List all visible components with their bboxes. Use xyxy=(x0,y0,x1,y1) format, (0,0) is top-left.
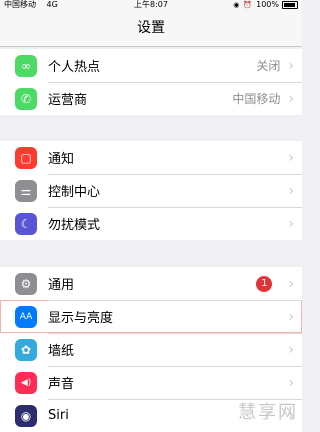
chevron-right-icon: › xyxy=(288,275,294,292)
row-label: Siri xyxy=(48,408,69,423)
chevron-right-icon: › xyxy=(288,215,294,232)
alarm-icon: ⏰ xyxy=(243,1,253,9)
row-label: 声音 xyxy=(48,377,75,392)
row-label: 控制中心 xyxy=(48,185,101,200)
row-label: 通用 xyxy=(48,278,75,293)
phone-icon: ✆ xyxy=(15,87,37,110)
chevron-right-icon: › xyxy=(288,374,294,391)
row-label: 勿扰模式 xyxy=(48,218,101,233)
settings-row-sounds[interactable]: ◀) 声音 › xyxy=(0,366,302,399)
settings-row-hotspot[interactable]: ∞ 个人热点 关闭 › xyxy=(0,49,302,82)
notification-icon: ▢ xyxy=(15,146,37,169)
settings-group-notifications: ▢ 通知 › ⚌ 控制中心 › ☾ 勿扰模式 › xyxy=(0,141,302,240)
row-label: 显示与亮度 xyxy=(48,311,114,326)
settings-group-general: ⚙ 通用 1 › AA 显示与亮度 › ✿ 墙纸 › ◀) 声音 › ◉ Sir… xyxy=(0,267,302,432)
battery-percent: 100% xyxy=(256,0,279,9)
battery-icon xyxy=(282,1,298,9)
chevron-right-icon: › xyxy=(288,90,294,107)
gear-icon: ⚙ xyxy=(15,272,37,295)
settings-row-siri[interactable]: ◉ Siri › xyxy=(0,399,302,432)
siri-icon: ◉ xyxy=(15,404,37,427)
chevron-right-icon: › xyxy=(288,341,294,358)
settings-row-carrier[interactable]: ✆ 运营商 中国移动 › xyxy=(0,82,302,115)
status-bar: 中国移动 4G 上午8:07 ◉ ⏰ 100% xyxy=(0,0,302,10)
moon-icon: ☾ xyxy=(15,212,37,235)
row-detail: 中国移动 xyxy=(232,92,281,106)
row-label: 通知 xyxy=(48,152,75,167)
settings-row-general[interactable]: ⚙ 通用 1 › xyxy=(0,267,302,300)
chevron-right-icon: › xyxy=(288,57,294,74)
rotation-lock-icon: ◉ xyxy=(233,1,240,9)
wallpaper-icon: ✿ xyxy=(15,338,37,361)
display-brightness-icon: AA xyxy=(15,305,37,328)
chevron-right-icon: › xyxy=(288,149,294,166)
chevron-right-icon: › xyxy=(288,182,294,199)
speaker-icon: ◀) xyxy=(15,371,37,394)
row-label: 运营商 xyxy=(48,93,88,108)
settings-row-do-not-disturb[interactable]: ☾ 勿扰模式 › xyxy=(0,207,302,240)
row-detail: 关闭 xyxy=(256,59,281,73)
hotspot-icon: ∞ xyxy=(15,54,37,77)
settings-row-control-center[interactable]: ⚌ 控制中心 › xyxy=(0,174,302,207)
chevron-right-icon: › xyxy=(288,407,294,424)
chevron-right-icon: › xyxy=(288,308,294,325)
settings-group-network: ∞ 个人热点 关闭 › ✆ 运营商 中国移动 › xyxy=(0,49,302,115)
settings-row-notifications[interactable]: ▢ 通知 › xyxy=(0,141,302,174)
row-label: 墙纸 xyxy=(48,344,75,359)
row-label: 个人热点 xyxy=(48,60,101,75)
settings-row-display-brightness[interactable]: AA 显示与亮度 › xyxy=(0,300,302,333)
settings-row-wallpaper[interactable]: ✿ 墙纸 › xyxy=(0,333,302,366)
page-title: 设置 xyxy=(0,10,302,47)
control-center-icon: ⚌ xyxy=(15,179,37,202)
notification-badge: 1 xyxy=(256,275,273,292)
